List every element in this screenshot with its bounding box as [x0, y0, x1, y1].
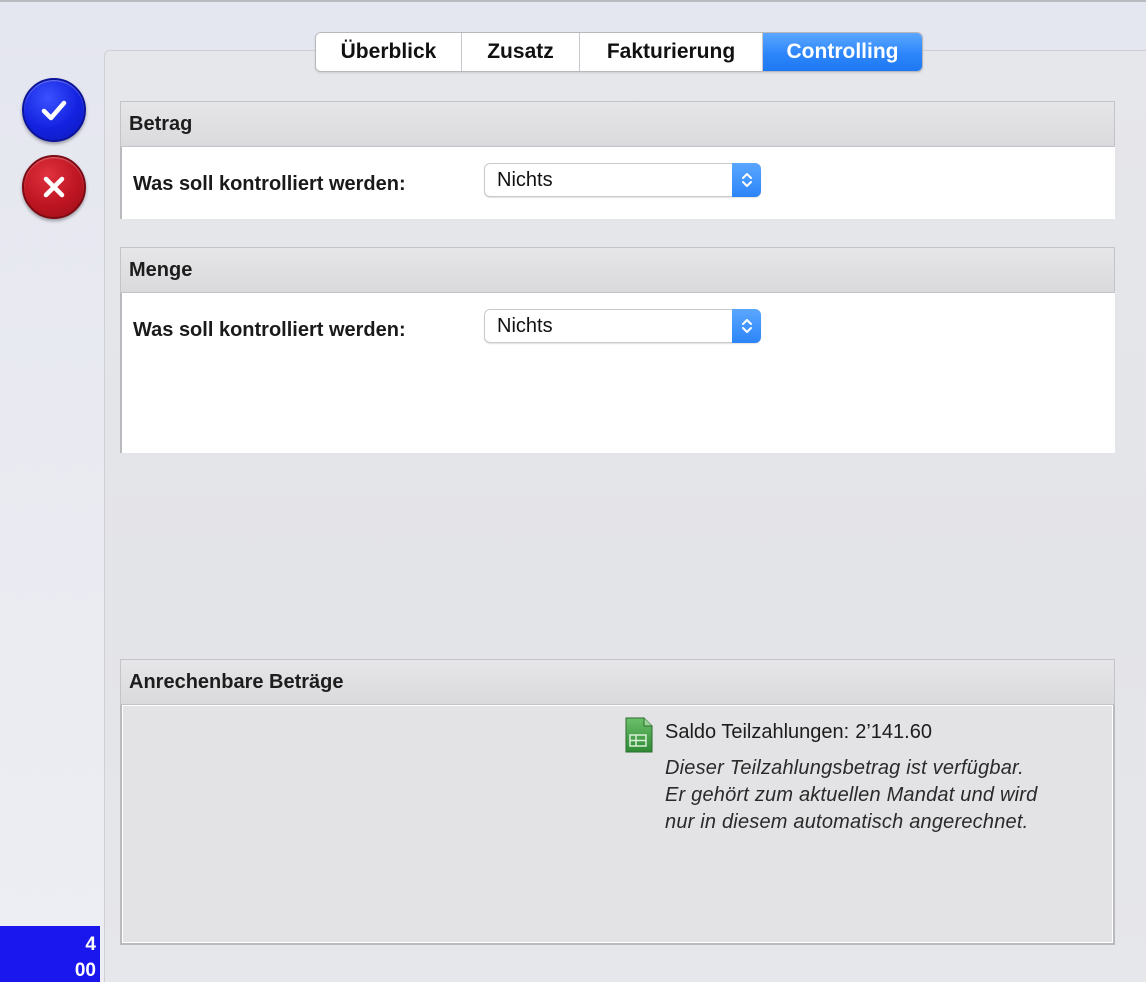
record-counter: 4 00 [0, 926, 100, 982]
betrag-body: Was soll kontrolliert werden: Nichts [120, 147, 1115, 219]
tab-controlling[interactable]: Controlling [763, 33, 922, 71]
betrag-header: Betrag [120, 101, 1115, 147]
confirm-button[interactable] [22, 78, 86, 142]
note-line: Er gehört zum aktuellen Mandat und wird [665, 784, 1038, 806]
tab-bar: Überblick Zusatz Fakturierung Controllin… [315, 32, 923, 72]
counter-line-1: 4 [85, 934, 96, 955]
checkmark-icon [41, 100, 67, 121]
menge-control-label: Was soll kontrolliert werden: [133, 319, 406, 341]
saldo-teilzahlungen: Saldo Teilzahlungen: 2’141.60 [665, 721, 932, 744]
counter-line-2: 00 [74, 960, 96, 981]
menge-selected-value: Nichts [497, 314, 553, 337]
saldo-value: 2’141.60 [855, 721, 932, 743]
betrag-section: Betrag Was soll kontrolliert werden: Nic… [120, 101, 1115, 219]
updown-chevron-icon [732, 309, 761, 343]
teilzahlung-note: Dieser Teilzahlungsbetrag ist verfügbar.… [665, 755, 1115, 836]
saldo-label: Saldo Teilzahlungen: [665, 721, 850, 743]
anrechenbare-section: Anrechenbare Beträge Saldo Teilzahlungen… [120, 659, 1115, 945]
tab-fakturierung[interactable]: Fakturierung [580, 33, 763, 71]
anrechenbare-body: Saldo Teilzahlungen: 2’141.60 Dieser Teil… [120, 705, 1115, 945]
tab-ueberblick[interactable]: Überblick [316, 33, 462, 71]
tab-zusatz[interactable]: Zusatz [462, 33, 580, 71]
cancel-button[interactable] [22, 155, 86, 219]
betrag-selected-value: Nichts [497, 168, 553, 191]
menge-control-select[interactable]: Nichts [484, 309, 761, 343]
betrag-control-label: Was soll kontrolliert werden: [133, 173, 406, 195]
window-top-border [0, 0, 1146, 2]
note-line: Dieser Teilzahlungsbetrag ist verfügbar. [665, 757, 1024, 779]
spreadsheet-document-icon [625, 717, 653, 753]
menge-body: Was soll kontrolliert werden: Nichts [120, 293, 1115, 453]
close-icon [43, 176, 65, 198]
menge-section: Menge Was soll kontrolliert werden: Nich… [120, 247, 1115, 453]
betrag-control-select[interactable]: Nichts [484, 163, 761, 197]
note-line: nur in diesem automatisch angerechnet. [665, 811, 1029, 833]
anrechenbare-header: Anrechenbare Beträge [120, 659, 1115, 705]
menge-header: Menge [120, 247, 1115, 293]
updown-chevron-icon [732, 163, 761, 197]
